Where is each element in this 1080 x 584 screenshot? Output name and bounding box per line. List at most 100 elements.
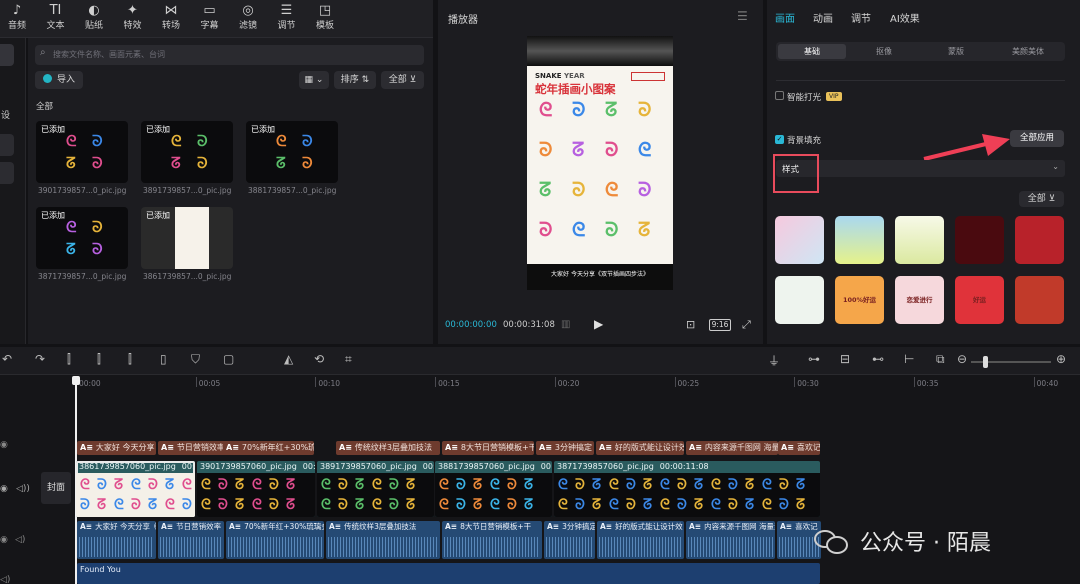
track-eye-icon[interactable]: ◉: [0, 440, 8, 450]
audio-clip[interactable]: A≡ 节日营销效率: [158, 521, 224, 559]
music-clip[interactable]: Found You: [77, 563, 820, 584]
inspector-tab[interactable]: 画面: [775, 10, 795, 25]
zoom-slider-handle[interactable]: [983, 356, 988, 368]
screenshot-icon[interactable]: ⊡: [686, 318, 695, 331]
inspector-tab[interactable]: 调节: [851, 10, 871, 25]
text-clip[interactable]: A≡ 好的版式能让设计效: [596, 441, 684, 455]
link-icon[interactable]: ⊶: [808, 352, 820, 366]
view-toggle-button[interactable]: ▦ ⌄: [299, 71, 329, 89]
text-clip[interactable]: A≡ 内容来源千图网 海量: [686, 441, 778, 455]
video-clip[interactable]: 3861739857060_pic.jpg00:00ᘓᘐᘔᘓᘐᘔᘓᘐᘔᘓᘐᘔᘓᘐ: [76, 461, 195, 517]
video-clip[interactable]: 3901739857060_pic.jpg00:00ᘓᘐᘔᘓᘐᘔᘓᘐᘔᘓᘐᘔ: [197, 461, 315, 517]
split-right-icon[interactable]: ⫿: [128, 352, 132, 367]
side-tab-2[interactable]: [0, 134, 14, 156]
timeline-ruler[interactable]: 00:00 00:05 00:10 00:15 00:20 00:25 00:30 00:35…: [76, 375, 1080, 391]
background-swatch[interactable]: [835, 216, 884, 264]
zoom-in-icon[interactable]: ⊕: [1056, 352, 1066, 366]
media-thumbnail[interactable]: ᘓ ᘐ ᘔ ᘐ 已添加: [246, 121, 338, 183]
player-menu-icon[interactable]: ☰: [737, 9, 748, 23]
crop-icon[interactable]: ⌗: [345, 352, 352, 367]
preview-axis-icon[interactable]: ⊟: [840, 352, 850, 366]
fullscreen-icon[interactable]: ⤢: [742, 318, 751, 332]
media-thumbnail[interactable]: ᘓ ᘐ ᘔ ᘐ 已添加: [36, 207, 128, 269]
background-swatch[interactable]: [955, 216, 1004, 264]
playhead-handle[interactable]: [72, 376, 80, 385]
delete-icon[interactable]: ▯: [160, 352, 167, 366]
media-thumbnail[interactable]: ᘓ ᘐ ᘔ ᘐ 已添加: [141, 121, 233, 183]
inspector-subtab[interactable]: 基础: [778, 44, 846, 59]
track-eye-icon-2[interactable]: ◉: [0, 484, 8, 494]
redo-icon[interactable]: ↷: [35, 352, 45, 366]
audio-clip[interactable]: A≡3分钟搞定热: [544, 521, 595, 559]
file-name: 3891739857...0_pic.jpg: [143, 186, 232, 195]
snake-art: ᘐ: [92, 154, 103, 172]
audio-clip[interactable]: A≡ 8大节日营销模板+干: [442, 521, 542, 559]
bg-fill-checkbox[interactable]: ✓: [775, 135, 784, 144]
text-clip[interactable]: A≡ 传统纹样3层叠加技法: [336, 441, 440, 455]
search-input[interactable]: ⌕ 搜索文件名称、画面元素、台词: [35, 45, 424, 65]
inspector-subtab[interactable]: 抠像: [850, 44, 918, 59]
frame-snake: ᘐ: [97, 477, 107, 493]
video-clip[interactable]: 3881739857060_pic.jpg 00 ᘓ ᘐ ᘔ ᘓ ᘐ ᘔ ᘓ ᘐ ᘔ ᘓ ᘐ ᘔ: [435, 461, 552, 517]
picture-icon[interactable]: ⧉: [936, 352, 945, 367]
snap-icon[interactable]: ⊷: [872, 352, 884, 366]
track-audio-icon[interactable]: ◉: [0, 535, 8, 545]
split-icon[interactable]: ⫿: [67, 352, 71, 367]
ratio-button[interactable]: 9:16: [709, 319, 731, 331]
undo-icon[interactable]: ↶: [2, 352, 12, 366]
audio-clip[interactable]: A≡ 内容来源千图网 海量素: [686, 521, 775, 559]
shield-icon[interactable]: ⛉: [191, 352, 200, 367]
audio-clip[interactable]: A≡ 好的版式能让设计效: [597, 521, 684, 559]
background-swatch[interactable]: [1015, 276, 1064, 324]
text-clip[interactable]: A≡ 大家好 今天分享: [77, 441, 156, 455]
align-icon[interactable]: ⊢: [904, 352, 914, 366]
snake-art: ᘐ: [92, 240, 103, 258]
mic-icon[interactable]: ⏚: [768, 352, 780, 369]
cover-button[interactable]: 封面: [41, 472, 71, 504]
mirror-icon[interactable]: ◭: [284, 352, 293, 366]
video-clip[interactable]: 3891739857060_pic.jpg00:0ᘓᘐᘔᘓᘐᘔᘓᘐᘔᘓᘐᘔ: [317, 461, 434, 517]
audio-clip[interactable]: A≡70%新年红+30%琉璃金 吸睛率: [226, 521, 324, 559]
text-clip[interactable]: A≡70%新年红+30%琉璃金 吸睛率: [223, 441, 314, 455]
inspector-subtab[interactable]: 美颜美体: [994, 44, 1062, 59]
split-left-icon[interactable]: ⫿: [97, 352, 101, 367]
rotate-icon[interactable]: ⟲: [314, 352, 324, 366]
freeze-icon[interactable]: ▢: [223, 352, 234, 366]
audio-clip[interactable]: A≡ 传统纹样3层叠加技法: [326, 521, 440, 559]
import-button[interactable]: 导入: [35, 71, 83, 89]
filter-button[interactable]: 全部 ⊻: [381, 71, 424, 89]
audio-clip[interactable]: A≡ 大家好 今天分享《: [77, 521, 156, 559]
track-music-icon[interactable]: ◁): [0, 575, 10, 584]
background-swatch[interactable]: [895, 216, 944, 264]
background-swatch[interactable]: [1015, 216, 1064, 264]
text-clip-label: 内容来源千图网 海量: [704, 443, 778, 452]
side-tab[interactable]: [0, 44, 14, 66]
timeline-grid-icon[interactable]: ▥: [561, 319, 570, 330]
swatch-filter-button[interactable]: 全部 ⊻: [1019, 191, 1064, 207]
text-clip[interactable]: A≡ 8大节日营销模板+干: [442, 441, 534, 455]
background-swatch[interactable]: [775, 216, 824, 264]
inspector-subtab[interactable]: 蒙版: [922, 44, 990, 59]
text-clip[interactable]: A≡ 3分钟搞定: [536, 441, 594, 455]
apply-all-button[interactable]: 全部应用: [1010, 130, 1064, 147]
frame-snake: ᘐ: [131, 497, 141, 513]
toolbar-template-button[interactable]: ◳ 模板: [302, 3, 348, 37]
play-icon[interactable]: ▶: [594, 317, 603, 331]
track-audio-mute-icon[interactable]: ◁): [15, 535, 25, 545]
inspector-tab[interactable]: 动画: [813, 10, 833, 25]
style-select[interactable]: ⌄: [776, 160, 1065, 177]
frame-snake: ᘓ: [201, 497, 211, 513]
snake-art: ᘔ: [171, 154, 181, 172]
zoom-out-icon[interactable]: ⊖: [957, 352, 967, 366]
media-thumbnail[interactable]: ᘓ ᘐ ᘔ ᘐ 已添加: [36, 121, 128, 183]
side-tab-3[interactable]: [0, 162, 14, 184]
text-clip[interactable]: A≡ 喜欢记: [778, 441, 820, 455]
inspector-tab[interactable]: AI效果: [890, 10, 920, 25]
background-swatch[interactable]: [775, 276, 824, 324]
style-label: 样式: [782, 165, 800, 175]
media-thumbnail[interactable]: 已添加: [141, 207, 233, 269]
track-mute-icon[interactable]: ◁)): [16, 484, 30, 494]
sort-button[interactable]: 排序 ⇅: [334, 71, 376, 89]
smart-light-checkbox[interactable]: [775, 91, 784, 100]
video-clip[interactable]: 3871739857060_pic.jpg 00:00:11:08 ᘓ ᘐ ᘔ ᘓ ᘐ ᘔ ᘓ ᘐ…: [554, 461, 820, 517]
